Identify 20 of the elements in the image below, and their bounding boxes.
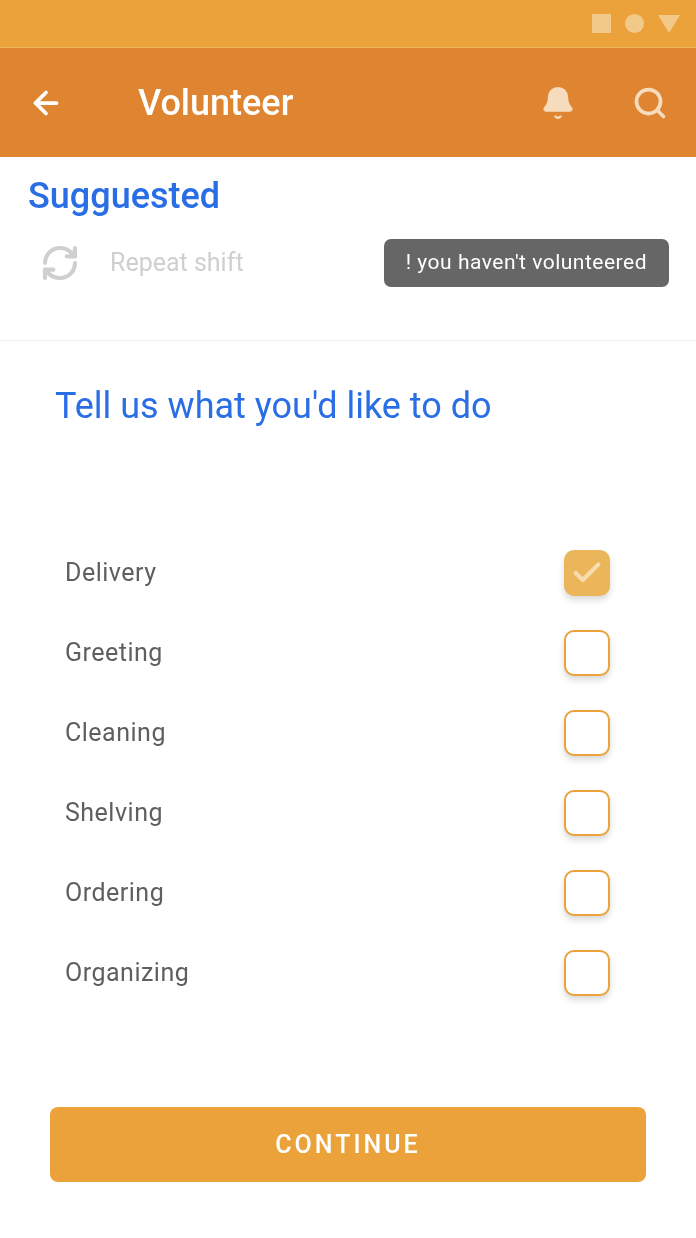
option-label: Ordering <box>65 877 165 910</box>
checkbox[interactable] <box>564 550 610 596</box>
square-icon <box>592 14 611 33</box>
app-title: Volunteer <box>138 80 294 126</box>
bell-icon[interactable] <box>540 84 576 121</box>
option-label: Delivery <box>65 557 157 590</box>
option-label: Cleaning <box>65 717 166 750</box>
triangle-icon <box>658 14 680 33</box>
option-label: Greeting <box>65 637 163 670</box>
checkbox[interactable] <box>564 790 610 836</box>
notice-badge: ! you haven't volunteered <box>383 239 669 287</box>
section-title: Sugguested <box>28 174 222 219</box>
option-label: Organizing <box>65 957 190 990</box>
checkbox[interactable] <box>564 710 610 756</box>
checkbox[interactable] <box>564 630 610 676</box>
continue-button[interactable]: CONTINUE <box>50 1107 646 1182</box>
checkbox[interactable] <box>564 870 610 916</box>
option-label: Shelving <box>65 797 163 830</box>
form-heading: Tell us what you'd like to do <box>55 384 493 429</box>
checkbox[interactable] <box>564 950 610 996</box>
